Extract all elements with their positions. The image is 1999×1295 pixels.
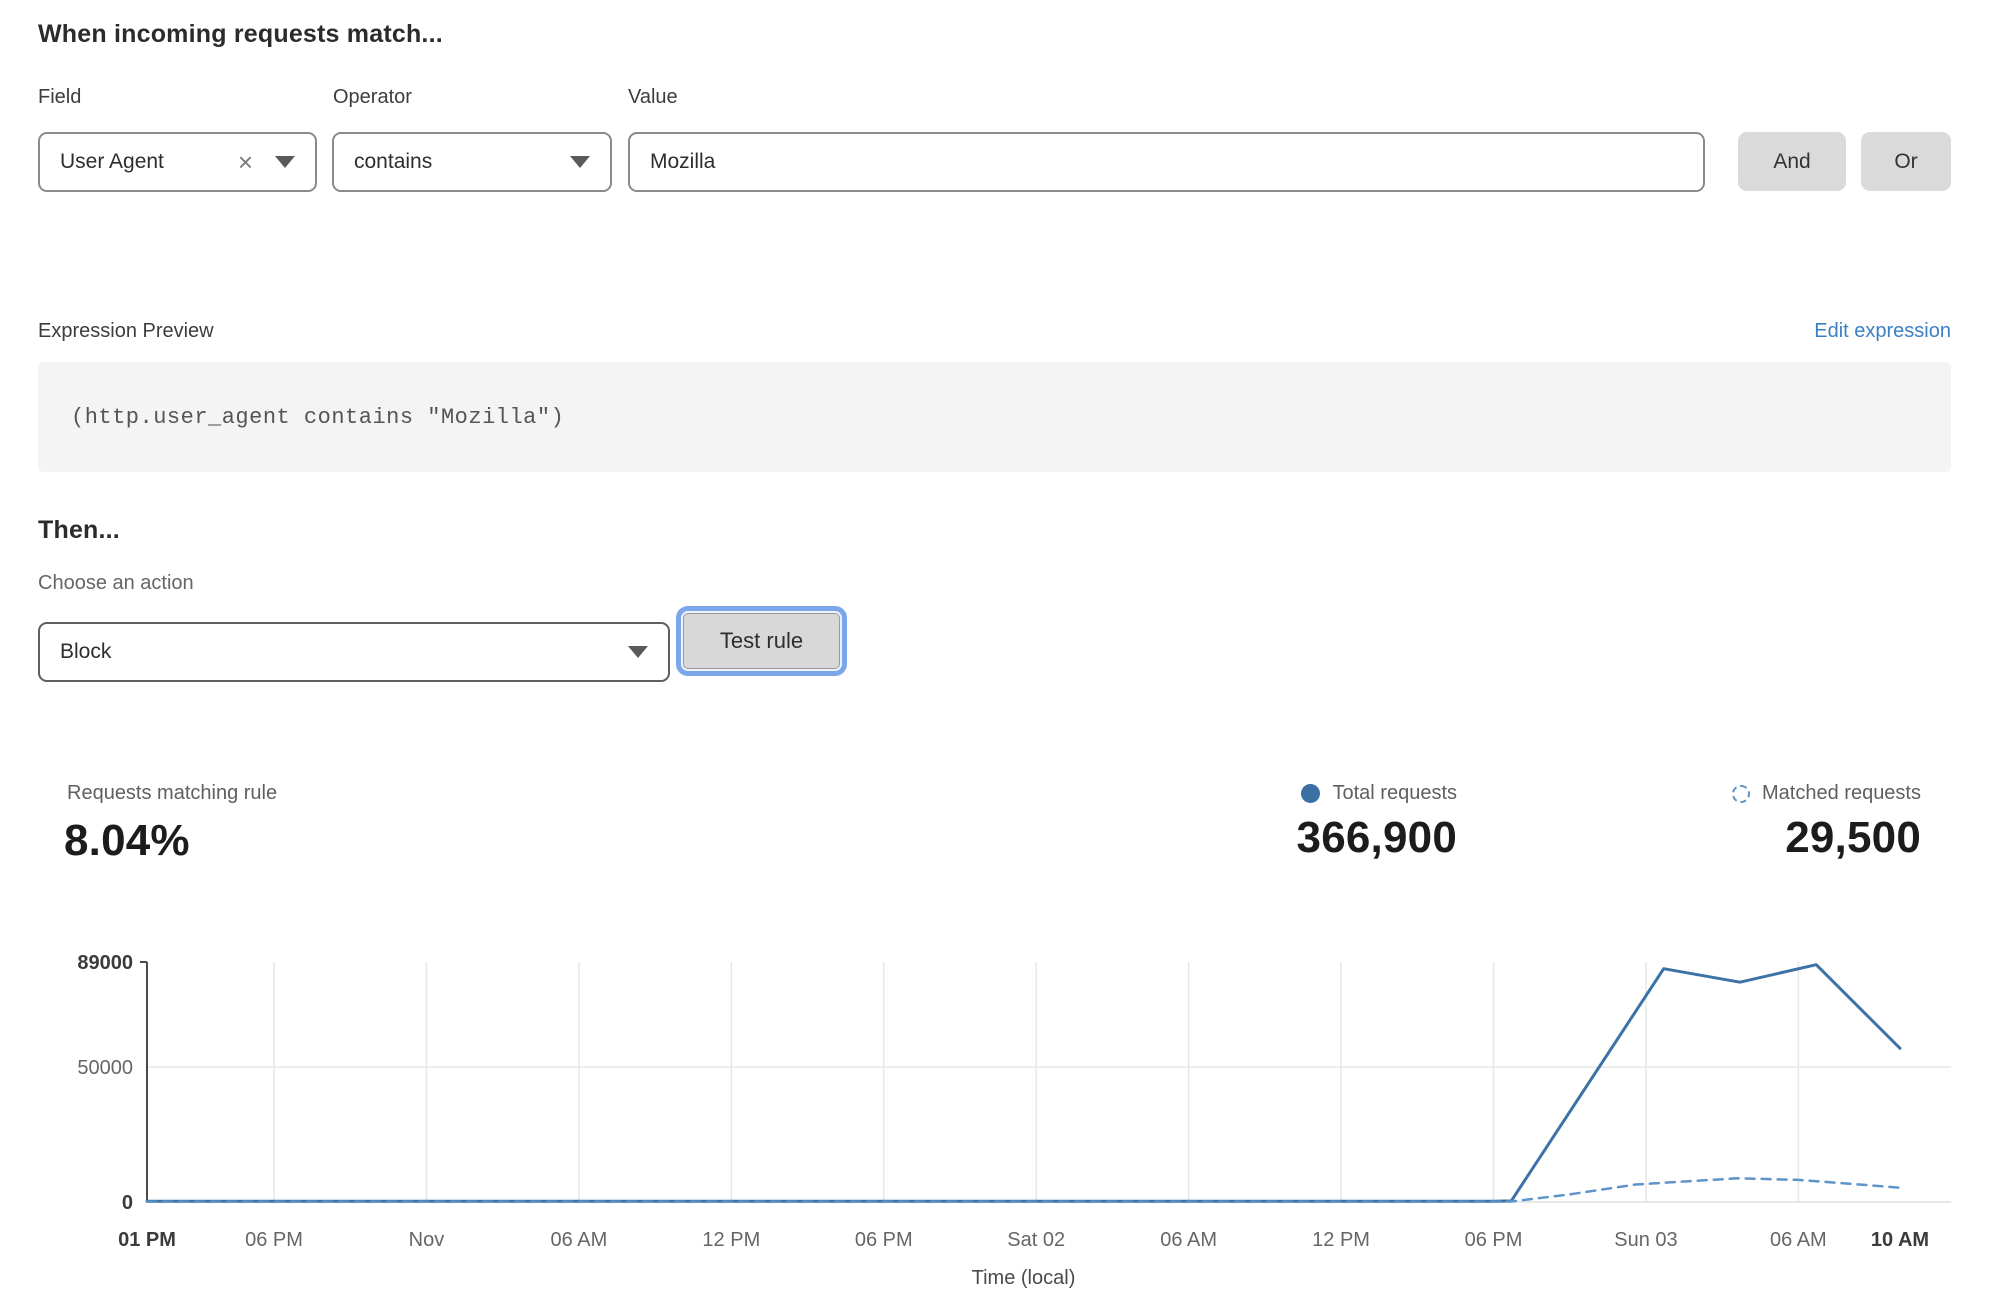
svg-text:10 AM: 10 AM xyxy=(1871,1229,1929,1251)
firewall-rule-builder-page: When incoming requests match... Field Op… xyxy=(0,0,1999,1295)
svg-text:06 PM: 06 PM xyxy=(1465,1229,1523,1251)
svg-text:Sun 03: Sun 03 xyxy=(1614,1229,1677,1251)
svg-text:89000: 89000 xyxy=(77,952,133,974)
svg-text:06 AM: 06 AM xyxy=(1160,1229,1217,1251)
svg-text:12 PM: 12 PM xyxy=(1312,1229,1370,1251)
svg-text:50000: 50000 xyxy=(77,1057,133,1079)
svg-text:06 AM: 06 AM xyxy=(1770,1229,1827,1251)
requests-time-series-chart: 0 50000 89000 01 PM 06 PM Nov 06 AM 12 PM 06 PM S… xyxy=(0,0,1999,1295)
svg-text:06 PM: 06 PM xyxy=(855,1229,913,1251)
svg-text:06 AM: 06 AM xyxy=(551,1229,608,1251)
svg-text:06 PM: 06 PM xyxy=(245,1229,303,1251)
svg-text:Time (local): Time (local) xyxy=(972,1267,1076,1289)
svg-text:Sat 02: Sat 02 xyxy=(1007,1229,1065,1251)
svg-text:0: 0 xyxy=(122,1192,133,1214)
svg-text:01 PM: 01 PM xyxy=(118,1229,176,1251)
svg-text:12 PM: 12 PM xyxy=(702,1229,760,1251)
svg-text:Nov: Nov xyxy=(409,1229,445,1251)
